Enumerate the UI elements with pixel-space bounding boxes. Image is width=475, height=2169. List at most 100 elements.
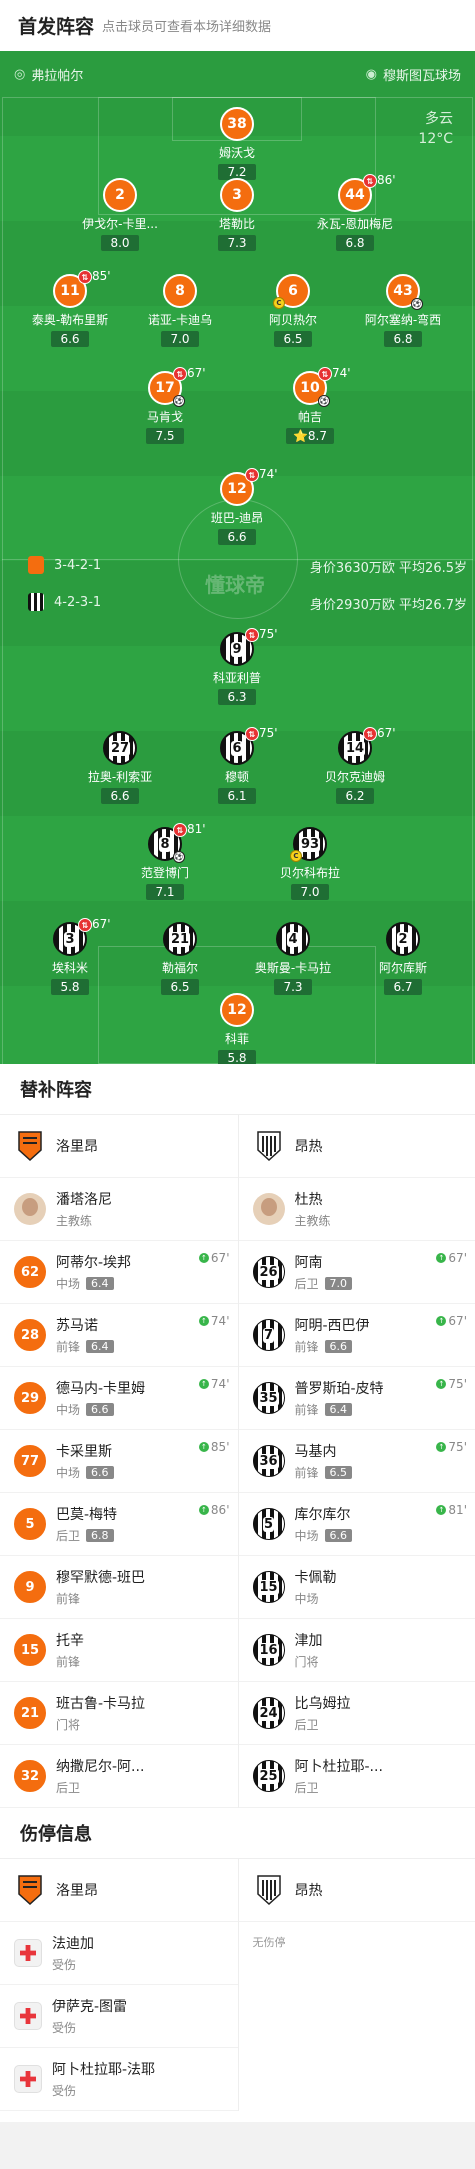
- subs-home-coach[interactable]: 潘塔洛尼 主教练: [0, 1178, 238, 1241]
- sub-in-arrow-icon: ↑: [436, 1253, 447, 1263]
- sub-player-row[interactable]: 25 阿卜杜拉耶-... 后卫: [238, 1745, 475, 1808]
- pitch-player[interactable]: 3 塔勒比 7.3: [189, 178, 285, 251]
- player-rating: 6.7: [384, 979, 422, 995]
- sub-in-arrow-icon: ↑: [436, 1442, 447, 1452]
- jersey-number: 15: [14, 1634, 46, 1666]
- pitch-player[interactable]: 44 ⇅ 86' 永瓦-恩加梅尼 6.8: [307, 173, 403, 251]
- player-name: 范登博门: [140, 866, 189, 880]
- sub-player-row[interactable]: 16 津加 门将: [238, 1619, 475, 1682]
- player-name: 科亚利普: [212, 671, 261, 685]
- lineup-header: 首发阵容 点击球员可查看本场详细数据: [0, 0, 475, 50]
- pitch-player[interactable]: 93 C 贝尔科布拉 7.0: [262, 827, 358, 900]
- player-name: 纳撒尼尔-阿...: [56, 1759, 145, 1775]
- jersey-number: 93 C: [290, 827, 327, 862]
- jersey-number: 6C: [273, 274, 310, 309]
- pitch-player[interactable]: 6 C 阿贝热尔 6.5: [245, 274, 341, 347]
- player-position: 后卫: [294, 1718, 319, 1732]
- jersey-number: 12: [220, 993, 254, 1027]
- goal-ball-icon: ⚽: [173, 395, 185, 407]
- player-name: 永瓦-恩加梅尼: [316, 217, 394, 231]
- sub-player-row[interactable]: 28 苏马诺 前锋 6.4 ↑ 74': [0, 1304, 238, 1367]
- injury-row[interactable]: 法迪加 受伤: [0, 1922, 238, 1985]
- jersey-number: 11 ⇅: [53, 270, 92, 308]
- sub-player-row[interactable]: 21 班古鲁-卡马拉 门将: [0, 1682, 238, 1745]
- player-name: 诺亚-卡迪乌: [147, 313, 213, 327]
- injury-row[interactable]: 伊萨克-图雷 受伤: [0, 1985, 238, 2048]
- sub-player-row[interactable]: 36 马基内 前锋 6.5 ↑ 75': [238, 1430, 475, 1493]
- pitch-player[interactable]: 2 阿尔库斯 6.7: [355, 922, 451, 995]
- sub-player-row[interactable]: 32 纳撒尼尔-阿... 后卫: [0, 1745, 238, 1808]
- pitch-player[interactable]: 14 ⇅ 67' 贝尔克迪姆 6.2: [307, 726, 403, 804]
- pitch-player[interactable]: 3 ⇅ 67' 埃科米 5.8: [22, 917, 118, 995]
- injury-row[interactable]: 阿卜杜拉耶-法耶 受伤: [0, 2048, 238, 2111]
- injuries-away-column: 昂热 无伤停: [237, 1859, 475, 2111]
- pitch-player[interactable]: 6 ⇅ 75' 穆顿 6.1: [189, 726, 285, 804]
- player-name: 阿南: [294, 1255, 323, 1271]
- sub-player-row[interactable]: 9 穆罕默德-班巴 前锋: [0, 1556, 238, 1619]
- sub-minute: 74': [332, 366, 351, 380]
- sub-in-time: ↑ 74': [198, 1377, 230, 1391]
- sub-minute: 67': [92, 917, 111, 931]
- sub-player-row[interactable]: 24 比乌姆拉 后卫: [238, 1682, 475, 1745]
- away-value: 身价2930万欧 平均26.7岁: [309, 598, 467, 613]
- pitch-player[interactable]: 4 奥斯曼-卡马拉 7.3: [245, 922, 341, 995]
- sub-minute: 81': [187, 822, 206, 836]
- sub-player-row[interactable]: 15 托辛 前锋: [0, 1619, 238, 1682]
- pitch-player[interactable]: 38 姆沃戈 7.2: [189, 107, 285, 180]
- subs-home-column: 洛里昂 潘塔洛尼 主教练 62 阿蒂尔-埃邦 中场 6.4 ↑ 67' 28 苏马诺 前锋 6.4 ↑…: [0, 1115, 238, 1808]
- away-crest-icon: [28, 593, 44, 611]
- pitch-player[interactable]: 17 ⇅ ⚽ 67' 马肯戈 7.5: [117, 366, 213, 444]
- pitch-player[interactable]: 8 ⇅ ⚽ 81' 范登博门 7.1: [117, 822, 213, 900]
- player-rating: 7.5: [146, 428, 184, 444]
- sub-player-row[interactable]: 15 卡佩勒 中场: [238, 1556, 475, 1619]
- sub-in-arrow-icon: ↑: [198, 1442, 209, 1452]
- player-name: 埃科米: [51, 961, 88, 975]
- sub-player-row[interactable]: 77 卡采里斯 中场 6.6 ↑ 85': [0, 1430, 238, 1493]
- stadium-icon: ◉: [365, 67, 377, 82]
- player-position: 中场: [294, 1529, 319, 1543]
- player-name: 法迪加: [52, 1936, 94, 1952]
- sub-player-row[interactable]: 35 普罗斯珀-皮特 前锋 6.4 ↑ 75': [238, 1367, 475, 1430]
- subs-home-team: 洛里昂: [0, 1115, 238, 1178]
- sub-player-row[interactable]: 7 阿明-西巴伊 前锋 6.6 ↑ 67': [238, 1304, 475, 1367]
- pitch-player[interactable]: 9 ⇅ 75' 科亚利普 6.3: [189, 627, 285, 705]
- pitch-player[interactable]: 21 勒福尔 6.5: [132, 922, 228, 995]
- pitch-player[interactable]: 10 ⇅ ⚽ 74' 帕吉 ⭐8.7: [262, 366, 358, 444]
- pitch-player[interactable]: 12 ⇅ 74' 班巴-迪昂 6.6: [189, 467, 285, 545]
- player-position: 门将: [294, 1655, 319, 1669]
- pitch-player[interactable]: 27 拉奥-利索亚 6.6: [72, 731, 168, 804]
- player-name: 帕吉: [297, 410, 322, 424]
- subs-away-coach[interactable]: 杜热 主教练: [238, 1178, 475, 1241]
- pitch-player[interactable]: 11 ⇅ 85' 泰奥-勒布里斯 6.6: [22, 269, 118, 347]
- pitch-player[interactable]: 2 伊戈尔-卡里... 8.0: [72, 178, 168, 251]
- sub-player-row[interactable]: 26 阿南 后卫 7.0 ↑ 67': [238, 1241, 475, 1304]
- player-name: 德马内-卡里姆: [56, 1381, 146, 1397]
- player-rating: 6.6: [86, 1466, 114, 1479]
- sub-player-row[interactable]: 5 巴莫-梅特 后卫 6.8 ↑ 86': [0, 1493, 238, 1556]
- sub-in-time: ↑ 81': [436, 1503, 467, 1517]
- sub-in-time: ↑ 67': [436, 1314, 467, 1328]
- player-rating: 6.6: [324, 1529, 353, 1542]
- lineup-title: 首发阵容: [18, 15, 95, 38]
- pitch: ◎ 弗拉帕尔 ◉ 穆斯图瓦球场 多云 12°C 38 姆沃戈 7.2 2 伊戈尔-卡里.…: [0, 51, 475, 1064]
- pitch-player[interactable]: 12 科菲 5.8: [189, 993, 285, 1064]
- sub-in-arrow-icon: ↑: [198, 1253, 209, 1263]
- pitch-player[interactable]: 8 诺亚-卡迪乌 7.0: [132, 274, 228, 347]
- player-rating: 6.5: [274, 331, 312, 347]
- sub-player-row[interactable]: 29 德马内-卡里姆 中场 6.6 ↑ 74': [0, 1367, 238, 1430]
- jersey-number: 16: [252, 1634, 285, 1666]
- pitch-player[interactable]: 43 ⚽ 阿尔塞纳-弯西 6.8: [355, 274, 451, 347]
- jersey-number: 32: [14, 1760, 46, 1792]
- avatar: [14, 1193, 46, 1225]
- sub-player-row[interactable]: 62 阿蒂尔-埃邦 中场 6.4 ↑ 67': [0, 1241, 238, 1304]
- player-name: 拉奥-利索亚: [87, 770, 153, 784]
- sub-minute: 85': [92, 269, 111, 283]
- player-rating: 6.6: [86, 1403, 114, 1416]
- player-name: 贝尔科布拉: [279, 866, 340, 880]
- medical-kit-icon: [14, 1939, 42, 1967]
- player-position: 前锋: [56, 1655, 81, 1669]
- subs-away-column: 昂热 杜热 主教练 26 阿南 后卫 7.0 ↑ 67' 7 阿明-西巴伊 前锋 6.6 ↑ 67' 35…: [237, 1115, 475, 1808]
- jersey-number: 5: [252, 1508, 285, 1540]
- sub-player-row[interactable]: 5 库尔库尔 中场 6.6 ↑ 81': [238, 1493, 475, 1556]
- jersey-number: 3: [220, 178, 254, 212]
